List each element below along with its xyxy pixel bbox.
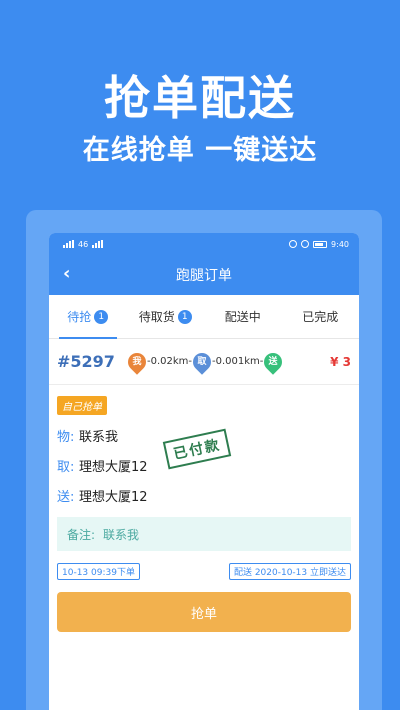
distance-to-delivery: -0.001km-: [212, 356, 264, 367]
page-title: 跑腿订单: [176, 268, 232, 284]
tab-label: 配送中: [224, 310, 261, 324]
promo-title: 抢单配送: [104, 71, 296, 125]
item-key: 物:: [57, 430, 75, 445]
pickup-key: 取:: [57, 460, 75, 475]
time-tags: 10-13 09:39下单 配送 2020-10-13 立即送达: [57, 563, 351, 580]
delivery-time-tag: 配送 2020-10-13 立即送达: [228, 563, 351, 580]
location-pickup-icon: 取: [189, 348, 215, 375]
order-time-tag: 10-13 09:39下单: [57, 563, 140, 580]
promo-subtitle: 在线抢单 一键送达: [82, 135, 318, 166]
item-value: 联系我: [79, 430, 119, 445]
network-label: 46: [78, 239, 89, 249]
remark-value: 联系我: [103, 527, 140, 542]
delivery-row: 送: 理想大厦12: [57, 486, 351, 505]
order-card[interactable]: 自己抢单 物: 联系我 取: 理想大厦12 送: 理想大厦12 已付款 备注: …: [49, 385, 359, 710]
status-bar: 46 9:40: [49, 233, 359, 255]
location-me-icon: 我: [124, 348, 150, 375]
order-price: ¥ 3: [330, 354, 351, 369]
back-arrow-icon[interactable]: ‹: [63, 263, 70, 284]
signal-icon-2: [92, 240, 104, 248]
eye-icon: [289, 240, 298, 248]
bell-off-icon: [301, 240, 310, 248]
self-grab-tag: 自己抢单: [57, 396, 107, 415]
delivery-value: 理想大厦12: [79, 490, 148, 505]
tab-badge: 1: [177, 309, 192, 324]
status-time: 9:40: [331, 239, 349, 249]
remark-key: 备注:: [67, 527, 96, 542]
pickup-value: 理想大厦12: [79, 460, 148, 475]
order-number: #5297: [57, 352, 115, 371]
tab-badge: 1: [94, 309, 109, 324]
battery-icon: [313, 240, 328, 248]
route-summary: 我 -0.02km- 取 -0.001km- 送: [124, 348, 330, 375]
tab-completed[interactable]: 已完成: [282, 295, 360, 338]
grab-order-button[interactable]: 抢单: [57, 592, 351, 632]
order-tabs: 待抢 1 待取货 1 配送中 已完成: [49, 295, 359, 339]
nav-bar: ‹ 跑腿订单: [49, 255, 359, 295]
location-delivery-icon: 送: [260, 348, 287, 375]
distance-to-pickup: -0.02km-: [147, 356, 193, 367]
delivery-key: 送:: [57, 490, 75, 505]
tab-pending-grab[interactable]: 待抢 1: [49, 295, 127, 339]
signal-icon: [63, 240, 74, 248]
tab-delivering[interactable]: 配送中: [204, 295, 282, 338]
tab-label: 待取货: [138, 310, 175, 324]
phone-screen: 46 9:40 ‹ 跑腿订单 待抢 1 待取货 1 配送中 已完成 #5297: [49, 233, 359, 710]
tab-label: 待抢: [67, 310, 92, 324]
tab-label: 已完成: [302, 310, 339, 324]
tab-pending-pickup[interactable]: 待取货 1: [127, 295, 205, 338]
order-header: #5297 我 -0.02km- 取 -0.001km- 送 ¥ 3: [49, 339, 359, 385]
remark-box: 备注: 联系我: [57, 517, 351, 551]
